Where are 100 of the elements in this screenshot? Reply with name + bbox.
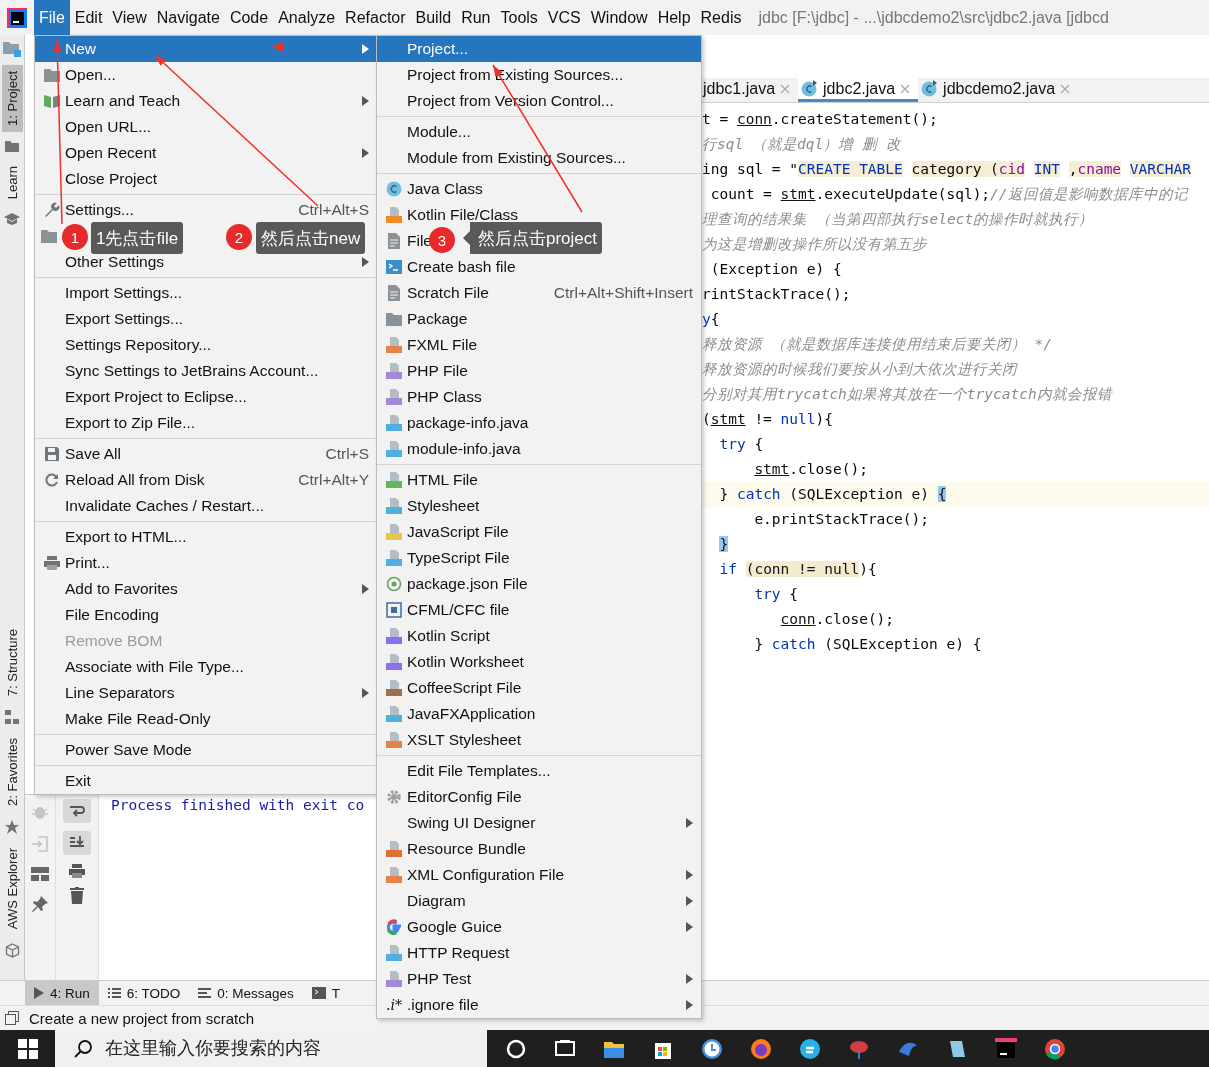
tool-window-tab[interactable]: 6: TODO (98, 981, 190, 1005)
menu-bar-item[interactable]: Help (652, 0, 696, 35)
menu-item[interactable]: Print... (35, 550, 114, 576)
menu-item[interactable]: XML Configuration File (377, 862, 701, 888)
menu-bar-item[interactable]: Analyze (273, 0, 341, 35)
menu-bar-item[interactable]: Refactor (340, 0, 411, 35)
search-field[interactable]: 在这里输入你要搜索的内容 (103, 1037, 487, 1060)
menu-item[interactable]: Resource Bundle (377, 836, 530, 862)
menu-item[interactable]: Invalidate Caches / Restart... (35, 493, 268, 519)
menu-item[interactable]: Exit (35, 768, 95, 794)
menu-item[interactable]: File Encoding (35, 602, 163, 628)
menu-bar-item[interactable]: Build (410, 0, 457, 35)
tool-window-tab[interactable]: 4: Run (25, 981, 99, 1005)
menu-bar-item[interactable]: Tools (495, 0, 543, 35)
menu-item[interactable]: XSLT Stylesheet (377, 727, 526, 753)
menu-item[interactable]: Module... (377, 119, 475, 145)
menu-bar-item[interactable]: Navigate (151, 0, 225, 35)
menu-bar-item[interactable]: File (34, 0, 70, 35)
soft-wrap-button[interactable] (63, 799, 91, 823)
menu-item[interactable]: Kotlin Worksheet (377, 649, 528, 675)
menu-item[interactable]: New (35, 36, 377, 62)
file-icon (385, 840, 403, 858)
menu-item[interactable]: CoffeeScript File (377, 675, 526, 701)
ring-icon[interactable] (505, 1037, 527, 1060)
menu-item[interactable]: PHP Class (377, 384, 486, 410)
menu-item[interactable]: Settings Repository... (35, 332, 216, 358)
menu-item[interactable]: Export Project to Eclipse... (35, 384, 251, 410)
tool-window-tab[interactable]: Learn (1, 159, 23, 206)
menu-item[interactable]: PHP Test (377, 966, 701, 992)
tool-window-tab[interactable]: T (302, 981, 343, 1005)
code-line: e.printStackTrace(); (753, 510, 930, 529)
tool-window-tab[interactable]: AWS Explorer (1, 841, 23, 935)
menu-item[interactable]: Save All Ctrl+S (35, 441, 377, 467)
scroll-to-end-button[interactable] (63, 831, 91, 855)
editor-tab[interactable]: jdbcdemo2.java (918, 78, 1079, 102)
menu-bar-item[interactable]: Window (585, 0, 653, 35)
menu-item[interactable]: .i* .ignore file (377, 992, 701, 1018)
menu-item[interactable]: Line Separators (35, 680, 377, 706)
menu-item[interactable]: package-info.java (377, 410, 533, 436)
circle-icon[interactable] (799, 1037, 821, 1060)
globe-icon[interactable] (750, 1037, 772, 1060)
menu-item[interactable]: Export Settings... (35, 306, 188, 332)
editor-tab[interactable]: jdbc2.java (798, 78, 919, 102)
menu-bar-item[interactable]: Run (456, 0, 496, 35)
menu-item[interactable]: Open... (35, 62, 120, 88)
menu-item[interactable]: TypeScript File (377, 545, 514, 571)
menu-item[interactable]: JavaFXApplication (377, 701, 540, 727)
menu-item[interactable]: Package (377, 306, 472, 332)
code-line: 分别对其用trycatch如果将其放在一个trycatch内就会报错 (701, 385, 1114, 404)
menu-item[interactable]: Module from Existing Sources... (377, 145, 630, 171)
menu-item[interactable]: Make File Read-Only (35, 706, 215, 732)
menu-item[interactable]: Open Recent (35, 140, 377, 166)
menu-bar-item[interactable]: VCS (542, 0, 586, 35)
menu-item[interactable]: FXML File (377, 332, 482, 358)
editor-tab[interactable]: jdbc1.java (700, 78, 799, 102)
menu-item[interactable]: Reload All from Disk Ctrl+Alt+Y (35, 467, 377, 493)
menu-item[interactable]: HTML File (377, 467, 482, 493)
menu-bar-item[interactable]: Edit (69, 0, 108, 35)
browser-icon[interactable] (1044, 1037, 1066, 1060)
menu-item[interactable]: package.json File (377, 571, 532, 597)
menu-item[interactable]: JavaScript File (377, 519, 513, 545)
menu-item[interactable]: Power Save Mode (35, 737, 196, 763)
code-line: t = conn.createStatement(); (701, 110, 939, 129)
menu-item[interactable]: Scratch File Ctrl+Alt+Shift+Insert (377, 280, 701, 306)
menu-item[interactable]: Export to Zip File... (35, 410, 200, 436)
tool-window-tab[interactable]: 0: Messages (189, 981, 303, 1005)
menu-item[interactable]: Export to HTML... (35, 524, 191, 550)
tool-window-tab[interactable]: 7: Structure (1, 622, 23, 702)
menu-item[interactable]: Kotlin Script (377, 623, 494, 649)
menu-item[interactable]: Close Project (35, 166, 162, 192)
menu-bar-item[interactable]: View (107, 0, 152, 35)
menu-item[interactable]: Diagram (377, 888, 701, 914)
tool-window-tab[interactable]: 1: Project (1, 65, 23, 132)
windows-start-icon[interactable] (17, 1038, 38, 1059)
menu-item[interactable]: Create bash file (377, 254, 520, 280)
tool-window-tab[interactable]: 2: Favorites (1, 731, 23, 812)
menu-bar-item[interactable]: Code (224, 0, 274, 35)
menu-item[interactable]: Java Class (377, 176, 487, 202)
menu-item[interactable]: module-info.java (377, 436, 525, 462)
menu-item[interactable]: Import Settings... (35, 280, 187, 306)
menu-item[interactable]: Stylesheet (377, 493, 484, 519)
menu-item[interactable]: Associate with File Type... (35, 654, 248, 680)
menu-item[interactable]: Open URL... (35, 114, 156, 140)
menu-item[interactable]: Project... (377, 36, 701, 62)
menu-item[interactable]: Add to Favorites (35, 576, 377, 602)
menu-item[interactable]: PHP File (377, 358, 472, 384)
menu-item[interactable]: Swing UI Designer (377, 810, 701, 836)
trash-icon[interactable] (70, 887, 84, 904)
menu-item[interactable]: EditorConfig File (377, 784, 526, 810)
menu-item[interactable]: Google Guice (377, 914, 701, 940)
clock-icon[interactable] (701, 1037, 723, 1060)
menu-item[interactable]: CFML/CFC file (377, 597, 514, 623)
search-bar[interactable]: 在这里输入你要搜索的内容 (55, 1030, 487, 1067)
menu-item[interactable]: Edit File Templates... (377, 758, 555, 784)
menu-item[interactable]: Learn and Teach (35, 88, 377, 114)
menu-item[interactable]: Sync Settings to JetBrains Account... (35, 358, 323, 384)
menu-item[interactable]: HTTP Request (377, 940, 514, 966)
printer-icon[interactable] (68, 863, 86, 879)
menu-item[interactable]: Settings... Ctrl+Alt+S (35, 197, 377, 223)
menu-bar-item[interactable]: Redis (695, 0, 747, 35)
